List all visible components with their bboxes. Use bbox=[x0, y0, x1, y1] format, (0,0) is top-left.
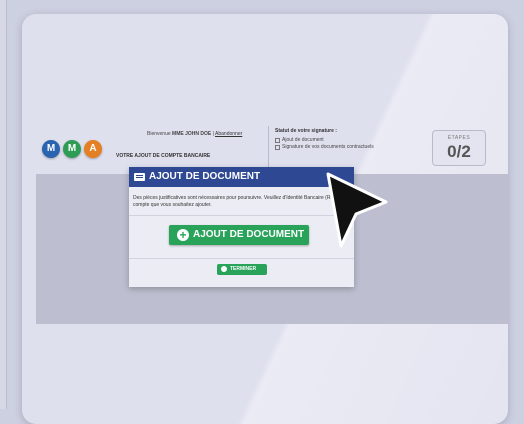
finish-icon bbox=[221, 266, 227, 272]
document-icon bbox=[134, 173, 145, 181]
page-header: M M A Bienvenue MME JOHN DOE | Abandonne… bbox=[22, 14, 508, 174]
status-title: Statut de votre signature : bbox=[275, 128, 337, 134]
modal-description: Des pièces justificatives sont nécessair… bbox=[133, 195, 344, 208]
status-item: Signature de vos documents contractuels bbox=[275, 144, 374, 150]
logo-circle-blue: M bbox=[42, 140, 60, 158]
modal-title: AJOUT DE DOCUMENT bbox=[149, 171, 261, 182]
user-name: MME JOHN DOE bbox=[172, 131, 212, 137]
steps-value: 0/2 bbox=[447, 142, 471, 161]
signature-status: Statut de votre signature : Ajout de doc… bbox=[275, 128, 374, 150]
status-item: Ajout de document bbox=[275, 137, 374, 143]
modal-divider bbox=[129, 215, 354, 216]
logo-circle-green: M bbox=[63, 140, 81, 158]
status-checkbox-icon bbox=[275, 137, 280, 143]
finish-button[interactable]: TERMINER bbox=[217, 264, 267, 275]
plus-circle-icon: + bbox=[177, 229, 189, 241]
status-checkbox-icon bbox=[275, 144, 280, 150]
add-document-button[interactable]: + AJOUT DE DOCUMENT bbox=[169, 225, 309, 245]
steps-counter: ÉTAPES 0/2 bbox=[432, 130, 486, 166]
modal-divider bbox=[129, 258, 354, 259]
logo-circle-orange: A bbox=[84, 140, 102, 158]
abandon-link[interactable]: Abandonner bbox=[215, 131, 242, 137]
adjacent-panel-edge bbox=[0, 0, 7, 409]
welcome-text: Bienvenue MME JOHN DOE | Abandonner bbox=[147, 131, 243, 137]
add-document-modal: AJOUT DE DOCUMENT Des pièces justificati… bbox=[129, 167, 354, 287]
brand-logo: M M A bbox=[42, 140, 104, 160]
steps-label: ÉTAPES bbox=[447, 135, 471, 141]
modal-header: AJOUT DE DOCUMENT bbox=[129, 167, 354, 187]
page-subtitle: VOTRE AJOUT DE COMPTE BANCAIRE bbox=[116, 153, 211, 159]
header-divider bbox=[268, 126, 269, 168]
